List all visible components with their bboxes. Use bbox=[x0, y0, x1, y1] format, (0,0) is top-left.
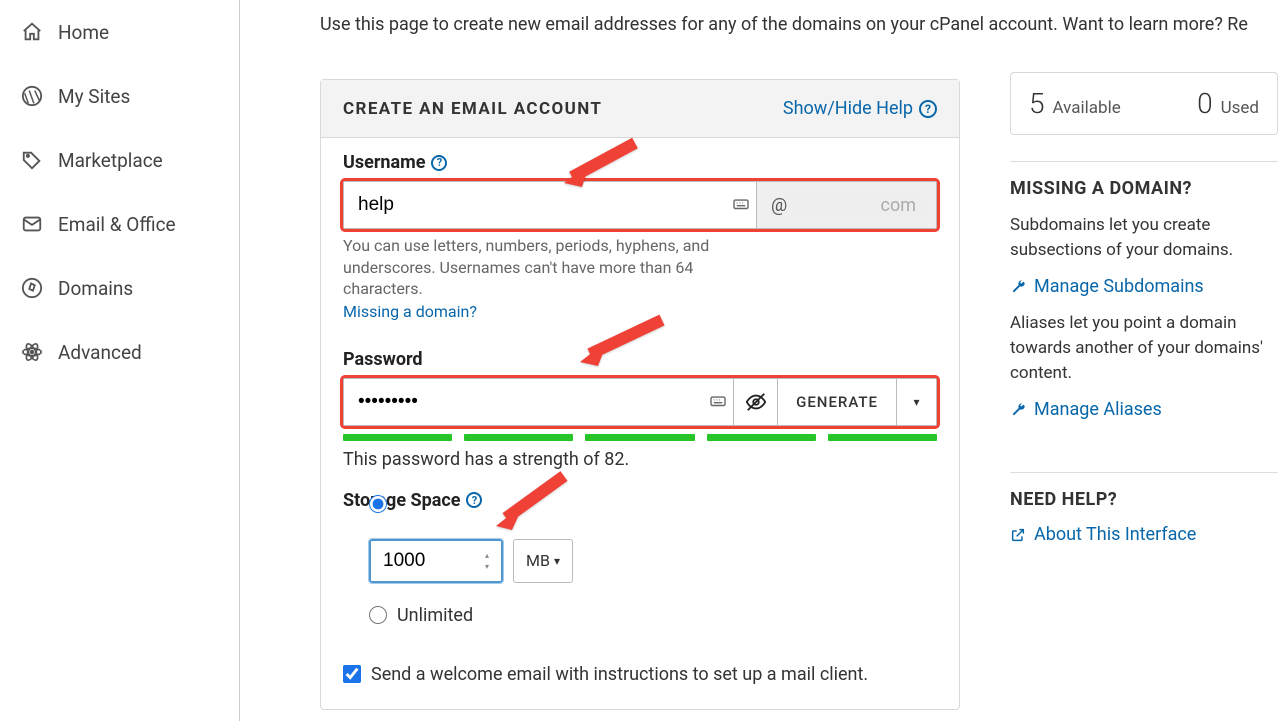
sidebar-item-label: Advanced bbox=[58, 341, 142, 364]
help-icon: ? bbox=[919, 100, 937, 118]
sidebar: Home My Sites Marketplace Email & Office… bbox=[0, 0, 240, 721]
home-icon bbox=[20, 20, 44, 44]
sidebar-item-label: My Sites bbox=[58, 85, 130, 108]
storage-amount-input[interactable] bbox=[369, 539, 503, 583]
need-help-head: NEED HELP? bbox=[1010, 489, 1278, 510]
username-label: Username ? bbox=[343, 152, 937, 173]
storage-label: Storage Space ? bbox=[343, 490, 937, 511]
welcome-email-checkbox[interactable] bbox=[343, 665, 361, 683]
subdomain-desc: Subdomains let you create subsections of… bbox=[1010, 213, 1278, 262]
generate-options-dropdown[interactable]: ▾ bbox=[896, 379, 936, 425]
storage-unlimited-radio[interactable] bbox=[369, 606, 387, 624]
missing-domain-link[interactable]: Missing a domain? bbox=[343, 302, 937, 321]
compass-icon bbox=[20, 276, 44, 300]
sidebar-item-marketplace[interactable]: Marketplace bbox=[0, 128, 239, 192]
welcome-email-label: Send a welcome email with instructions t… bbox=[371, 662, 868, 687]
wordpress-icon bbox=[20, 84, 44, 108]
password-strength-meter bbox=[343, 434, 937, 441]
help-icon[interactable]: ? bbox=[431, 155, 447, 171]
username-hint: You can use letters, numbers, periods, h… bbox=[343, 235, 743, 300]
keyboard-icon bbox=[703, 379, 733, 425]
unlimited-label: Unlimited bbox=[397, 605, 473, 626]
email-stats: 5 Available 0 Used bbox=[1010, 72, 1278, 135]
help-icon[interactable]: ? bbox=[466, 492, 482, 508]
sidebar-item-label: Home bbox=[58, 21, 109, 44]
storage-custom-radio[interactable] bbox=[369, 495, 387, 513]
manage-subdomains-link[interactable]: Manage Subdomains bbox=[1010, 276, 1278, 297]
domain-select[interactable]: @ com bbox=[756, 182, 936, 228]
mail-icon bbox=[20, 212, 44, 236]
show-hide-help-link[interactable]: Show/Hide Help ? bbox=[783, 98, 937, 119]
missing-domain-head: MISSING A DOMAIN? bbox=[1010, 178, 1278, 199]
about-interface-link[interactable]: About This Interface bbox=[1010, 524, 1278, 545]
sidebar-item-label: Marketplace bbox=[58, 149, 163, 172]
generate-password-button[interactable]: GENERATE bbox=[777, 379, 896, 425]
sidebar-item-mysites[interactable]: My Sites bbox=[0, 64, 239, 128]
create-email-panel: CREATE AN EMAIL ACCOUNT Show/Hide Help ?… bbox=[320, 79, 960, 710]
toggle-visibility-button[interactable] bbox=[733, 379, 777, 425]
sidebar-item-label: Domains bbox=[58, 277, 133, 300]
tag-icon bbox=[20, 148, 44, 172]
intro-text: Use this page to create new email addres… bbox=[320, 14, 960, 35]
alias-desc: Aliases let you point a domain towards a… bbox=[1010, 311, 1278, 385]
sidebar-item-home[interactable]: Home bbox=[0, 0, 239, 64]
sidebar-item-label: Email & Office bbox=[58, 213, 176, 236]
password-input[interactable] bbox=[344, 379, 703, 425]
password-label: Password bbox=[343, 349, 937, 370]
spinner-icon[interactable]: ▴▾ bbox=[485, 543, 497, 579]
sidebar-item-domains[interactable]: Domains bbox=[0, 256, 239, 320]
keyboard-icon bbox=[726, 182, 756, 228]
username-input[interactable] bbox=[344, 182, 726, 228]
sidebar-item-advanced[interactable]: Advanced bbox=[0, 320, 239, 384]
panel-title: CREATE AN EMAIL ACCOUNT bbox=[343, 99, 602, 119]
storage-unit-select[interactable]: MB▾ bbox=[513, 539, 573, 583]
sidebar-item-email[interactable]: Email & Office bbox=[0, 192, 239, 256]
password-field-group: GENERATE ▾ bbox=[343, 378, 937, 426]
manage-aliases-link[interactable]: Manage Aliases bbox=[1010, 399, 1278, 420]
password-strength-text: This password has a strength of 82. bbox=[343, 449, 937, 470]
atom-icon bbox=[20, 340, 44, 364]
username-field-group: @ com bbox=[343, 181, 937, 229]
